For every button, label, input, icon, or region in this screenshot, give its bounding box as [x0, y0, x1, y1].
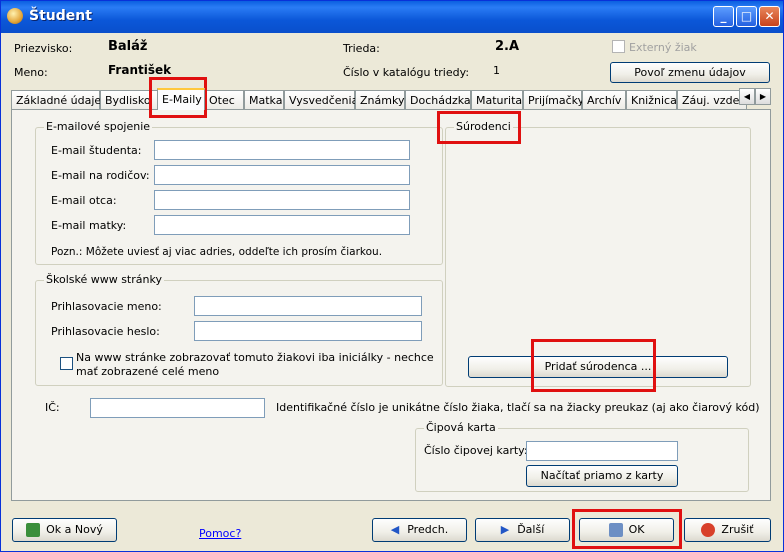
- next-label: Ďalší: [517, 523, 545, 536]
- external-checkbox[interactable]: [612, 40, 625, 53]
- minimize-button[interactable]: _: [713, 6, 734, 27]
- tab-report-cards[interactable]: Vysvedčenia: [284, 90, 358, 109]
- surname-value: Baláž: [108, 39, 148, 54]
- tab-attendance[interactable]: Dochádzka: [405, 90, 471, 109]
- tab-mother[interactable]: Matka: [244, 90, 284, 109]
- parents-email-field[interactable]: [154, 165, 410, 185]
- password-field[interactable]: [194, 321, 422, 341]
- chip-group: Čipová karta Číslo čipovej karty: Načíta…: [415, 421, 749, 492]
- email-note: Pozn.: Môžete uviesť aj viac adries, odd…: [51, 246, 383, 258]
- tab-basic[interactable]: Základné údaje: [11, 90, 101, 109]
- father-email-field[interactable]: [154, 190, 410, 210]
- student-email-field[interactable]: [154, 140, 410, 160]
- cancel-label: Zrušiť: [721, 523, 754, 536]
- app-icon: [7, 8, 23, 24]
- siblings-group-title: Súrodenci: [454, 120, 513, 133]
- next-button[interactable]: ▶ Ďalší: [475, 518, 570, 542]
- student-window: Študent _ □ ✕ Priezvisko: Baláž Meno: Fr…: [0, 0, 784, 552]
- initials-checkbox[interactable]: [60, 357, 73, 370]
- catalog-label: Číslo v katalógu triedy:: [343, 66, 470, 79]
- catalog-value: 1: [493, 64, 500, 77]
- initials-label-line2: mať zobrazené celé meno: [76, 365, 220, 378]
- window-title: Študent: [29, 8, 92, 24]
- student-email-label: E-mail študenta:: [51, 144, 142, 157]
- name-value: František: [108, 63, 172, 77]
- ok-button[interactable]: OK: [579, 518, 674, 542]
- tab-library[interactable]: Knižnica: [626, 90, 677, 109]
- ok-label: OK: [628, 523, 645, 536]
- ic-label: IČ:: [45, 401, 60, 414]
- surname-label: Priezvisko:: [14, 42, 73, 55]
- siblings-group: Súrodenci Pridať súrodenca ...: [445, 120, 751, 387]
- prev-button[interactable]: ◀ Predch.: [372, 518, 467, 542]
- ok-icon: [608, 523, 623, 537]
- tab-maturita[interactable]: Maturita: [471, 90, 523, 109]
- ic-field[interactable]: [90, 398, 265, 418]
- web-group-title: Školské www stránky: [44, 273, 164, 286]
- title-bar[interactable]: Študent _ □ ✕: [1, 1, 783, 33]
- chip-group-title: Čipová karta: [424, 421, 498, 434]
- prev-label: Predch.: [407, 523, 449, 536]
- mother-email-field[interactable]: [154, 215, 410, 235]
- external-label: Externý žiak: [629, 41, 697, 54]
- tab-father[interactable]: Otec: [204, 90, 244, 109]
- tab-archive[interactable]: Archív: [582, 90, 626, 109]
- ic-note: Identifikačné číslo je unikátne číslo ži…: [276, 401, 760, 414]
- tab-strip: Základné údaje Bydlisko E-Maily Otec Mat…: [11, 88, 771, 110]
- close-button[interactable]: ✕: [759, 6, 780, 27]
- web-group: Školské www stránky Prihlasovacie meno: …: [35, 273, 443, 386]
- father-email-label: E-mail otca:: [51, 194, 117, 207]
- tab-scroll-right-icon[interactable]: ▶: [755, 88, 771, 105]
- tab-residence[interactable]: Bydlisko: [100, 90, 158, 109]
- cancel-icon: [701, 523, 716, 537]
- class-label: Trieda:: [343, 42, 380, 55]
- login-field[interactable]: [194, 296, 422, 316]
- tab-grades[interactable]: Známky: [355, 90, 405, 109]
- password-label: Prihlasovacie heslo:: [51, 325, 160, 338]
- chip-number-label: Číslo čipovej karty:: [424, 444, 528, 457]
- ok-new-button[interactable]: Ok a Nový: [12, 518, 117, 542]
- name-label: Meno:: [14, 66, 48, 79]
- add-sibling-button[interactable]: Pridať súrodenca ...: [468, 356, 728, 378]
- allow-change-button[interactable]: Povoľ zmenu údajov: [610, 62, 770, 83]
- mother-email-label: E-mail matky:: [51, 219, 127, 232]
- tab-emails[interactable]: E-Maily: [157, 88, 205, 110]
- class-value: 2.A: [495, 39, 520, 54]
- help-link[interactable]: Pomoc?: [199, 527, 241, 540]
- initials-label-line1: Na www stránke zobrazovať tomuto žiakovi…: [76, 351, 434, 364]
- login-label: Prihlasovacie meno:: [51, 300, 162, 313]
- email-group-title: E-mailové spojenie: [44, 120, 153, 133]
- ok-new-icon: [26, 523, 41, 537]
- load-chip-button[interactable]: Načítať priamo z karty: [526, 465, 678, 487]
- chip-number-field[interactable]: [526, 441, 678, 461]
- parents-email-label: E-mail na rodičov:: [51, 169, 150, 182]
- arrow-right-icon: ▶: [500, 523, 510, 536]
- emails-tab-panel: E-mailové spojenie E-mail študenta: E-ma…: [11, 109, 771, 501]
- email-group: E-mailové spojenie E-mail študenta: E-ma…: [35, 120, 443, 265]
- ok-new-label: Ok a Nový: [46, 523, 103, 536]
- cancel-button[interactable]: Zrušiť: [684, 518, 771, 542]
- maximize-button[interactable]: □: [736, 6, 757, 27]
- tab-scroll-left-icon[interactable]: ◀: [739, 88, 755, 105]
- arrow-left-icon: ◀: [390, 523, 400, 536]
- tab-interests[interactable]: Záuj. vzdel: [677, 90, 747, 109]
- tab-admissions[interactable]: Prijímačky: [523, 90, 584, 109]
